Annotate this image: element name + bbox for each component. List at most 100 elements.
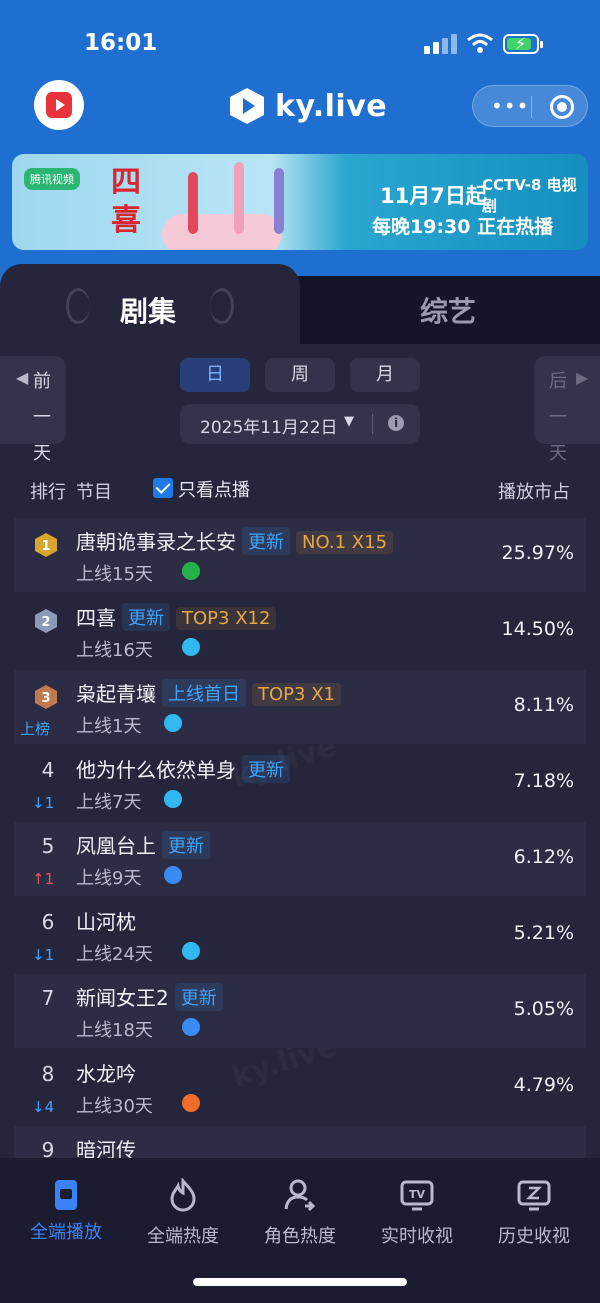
update-badge: 更新 <box>162 831 210 859</box>
app-bar: ky.live ••• <box>0 80 600 140</box>
col-share: 播放市占 <box>498 482 570 503</box>
table-row[interactable]: 6 ↓1 山河枕 上线24天 5.21% <box>14 898 586 972</box>
nav-history-rating[interactable]: 历史收视 <box>474 1178 594 1248</box>
vod-only-checkbox[interactable] <box>153 478 173 498</box>
rank-number: 6 <box>41 910 55 934</box>
table-header: 排行 节目 只看点播 播放市占 <box>0 468 600 512</box>
laurel-left-icon <box>66 288 90 324</box>
nav-live-rating[interactable]: TV 实时收视 <box>357 1178 477 1248</box>
banner-start-date: 11月7日起 <box>380 184 487 208</box>
flame-icon <box>170 1176 196 1212</box>
battery-icon: ⚡ <box>503 34 543 54</box>
tab-drama[interactable]: 剧集 <box>0 264 300 344</box>
ranking-streak-badge: NO.1 X15 <box>296 531 394 554</box>
vod-only-label: 只看点播 <box>178 480 250 501</box>
days-online: 上线18天 <box>76 1020 153 1041</box>
market-share: 8.11% <box>513 694 574 716</box>
banner-figure <box>274 168 284 234</box>
table-row[interactable]: 8 ↓4 水龙吟 上线30天 4.79% <box>14 1050 586 1124</box>
tab-drama-label: 剧集 <box>120 295 177 328</box>
period-month-button[interactable]: 月 <box>350 358 420 392</box>
table-row[interactable]: 7 新闻女王2 更新 上线18天 5.05% <box>14 974 586 1048</box>
promo-banner[interactable]: 腾讯视频 四喜 CCTV-8 电视剧 11月7日起 每晚19:30 正在热播 <box>12 154 588 250</box>
update-badge: 更新 <box>122 603 170 631</box>
app-home-button[interactable] <box>34 80 84 130</box>
nav-role-heat[interactable]: 角色热度 <box>240 1178 360 1248</box>
tab-variety[interactable]: 综艺 <box>290 276 600 344</box>
brand: ky.live <box>229 86 387 126</box>
banner-figure <box>234 162 244 234</box>
market-share: 5.21% <box>513 922 574 944</box>
person-icon <box>284 1179 316 1212</box>
show-title-line: 四喜 更新 TOP3 X12 <box>76 602 277 631</box>
col-rank: 排行 <box>30 482 66 503</box>
chevron-down-icon: ▼ <box>344 414 354 429</box>
nav-all-heat[interactable]: 全端热度 <box>123 1176 243 1248</box>
banner-platform-tag: 腾讯视频 <box>24 168 80 190</box>
tencent-platform-icon <box>182 638 200 656</box>
days-online: 上线15天 <box>76 564 153 585</box>
show-title: 山河枕 <box>76 910 136 934</box>
days-online: 上线30天 <box>76 1096 153 1117</box>
nav-all-heat-label: 全端热度 <box>147 1226 219 1247</box>
next-day-button[interactable]: 后一天 ▶ <box>534 356 600 464</box>
youku-platform-icon <box>164 866 182 884</box>
tencent-platform-icon <box>182 942 200 960</box>
days-online: 上线1天 <box>76 716 142 737</box>
info-icon[interactable]: i <box>388 415 404 431</box>
rank-number: 4 <box>41 758 55 782</box>
table-row[interactable]: 2 四喜 更新 TOP3 X12 上线16天 14.50% <box>14 594 586 668</box>
show-title: 水龙吟 <box>76 1062 136 1086</box>
show-title: 唐朝诡事录之长安 <box>76 530 236 554</box>
prev-day-button[interactable]: ◀ 前一天 <box>0 356 66 464</box>
status-time: 16:01 <box>84 30 158 56</box>
period-week-button[interactable]: 周 <box>265 358 335 392</box>
show-title: 凤凰台上 <box>76 834 156 858</box>
table-row[interactable]: 4 ↓1 他为什么依然单身 更新 上线7天 7.18% <box>14 746 586 820</box>
category-tabs: 综艺 剧集 <box>0 264 600 344</box>
rank-medal-icon: 1 <box>35 533 57 557</box>
rank-medal-number: 1 <box>41 539 50 554</box>
table-row[interactable]: 3 上榜 枭起青壤 上线首日 TOP3 X1 上线1天 8.11% <box>14 670 586 744</box>
rank-medal-icon: 3 <box>35 685 57 709</box>
more-icon[interactable]: ••• <box>491 96 529 116</box>
history-tv-icon <box>517 1180 551 1211</box>
update-badge: 更新 <box>174 983 223 1011</box>
next-day-label: 后一天 <box>549 371 567 464</box>
table-row[interactable]: 5 ↑1 凤凰台上 更新 上线9天 6.12% <box>14 822 586 896</box>
show-title-line: 凤凰台上 更新 <box>76 830 210 859</box>
close-target-icon[interactable] <box>550 95 574 119</box>
ranking-streak-badge: TOP3 X12 <box>176 607 277 630</box>
home-indicator[interactable] <box>193 1278 407 1286</box>
tencent-platform-icon <box>164 714 182 732</box>
divider <box>372 414 373 434</box>
market-share: 5.05% <box>513 998 574 1020</box>
wifi-icon <box>467 33 493 53</box>
update-badge: 上线首日 <box>162 679 246 707</box>
rank-number: 5 <box>41 834 55 858</box>
tv-icon: TV <box>400 1180 434 1211</box>
show-title: 新闻女王2 <box>76 986 169 1010</box>
days-online: 上线16天 <box>76 640 153 661</box>
market-share: 14.50% <box>501 618 574 640</box>
youku-platform-icon <box>182 1018 200 1036</box>
show-title-line: 山河枕 <box>76 906 136 935</box>
ranking-streak-badge: TOP3 X1 <box>252 683 341 706</box>
nav-all-play[interactable]: 全端播放 <box>6 1178 126 1244</box>
rank-number: 8 <box>41 1062 55 1086</box>
period-day-button[interactable]: 日 <box>180 358 250 392</box>
status-bar: 16:01 ⚡ <box>0 0 600 80</box>
rank-change: ↑1 <box>32 870 55 888</box>
rank-change: 上榜 <box>20 720 51 738</box>
signal-icon <box>424 34 458 54</box>
bottom-nav: 全端播放 全端热度 角色热度 TV 实时收视 历史收视 <box>0 1158 600 1303</box>
market-share: 7.18% <box>513 770 574 792</box>
show-title-line: 唐朝诡事录之长安 更新 NO.1 X15 <box>76 526 394 555</box>
show-title-line: 枭起青壤 上线首日 TOP3 X1 <box>76 678 341 707</box>
rank-change: ↓4 <box>32 1098 55 1116</box>
table-row[interactable]: 1 唐朝诡事录之长安 更新 NO.1 X15 上线15天 25.97% <box>14 518 586 592</box>
caret-left-icon: ◀ <box>16 368 29 387</box>
rank-change: ↓1 <box>32 946 55 964</box>
iqiyi-platform-icon <box>182 562 200 580</box>
date-picker[interactable]: 2025年11月22日 ▼ i <box>180 404 420 444</box>
